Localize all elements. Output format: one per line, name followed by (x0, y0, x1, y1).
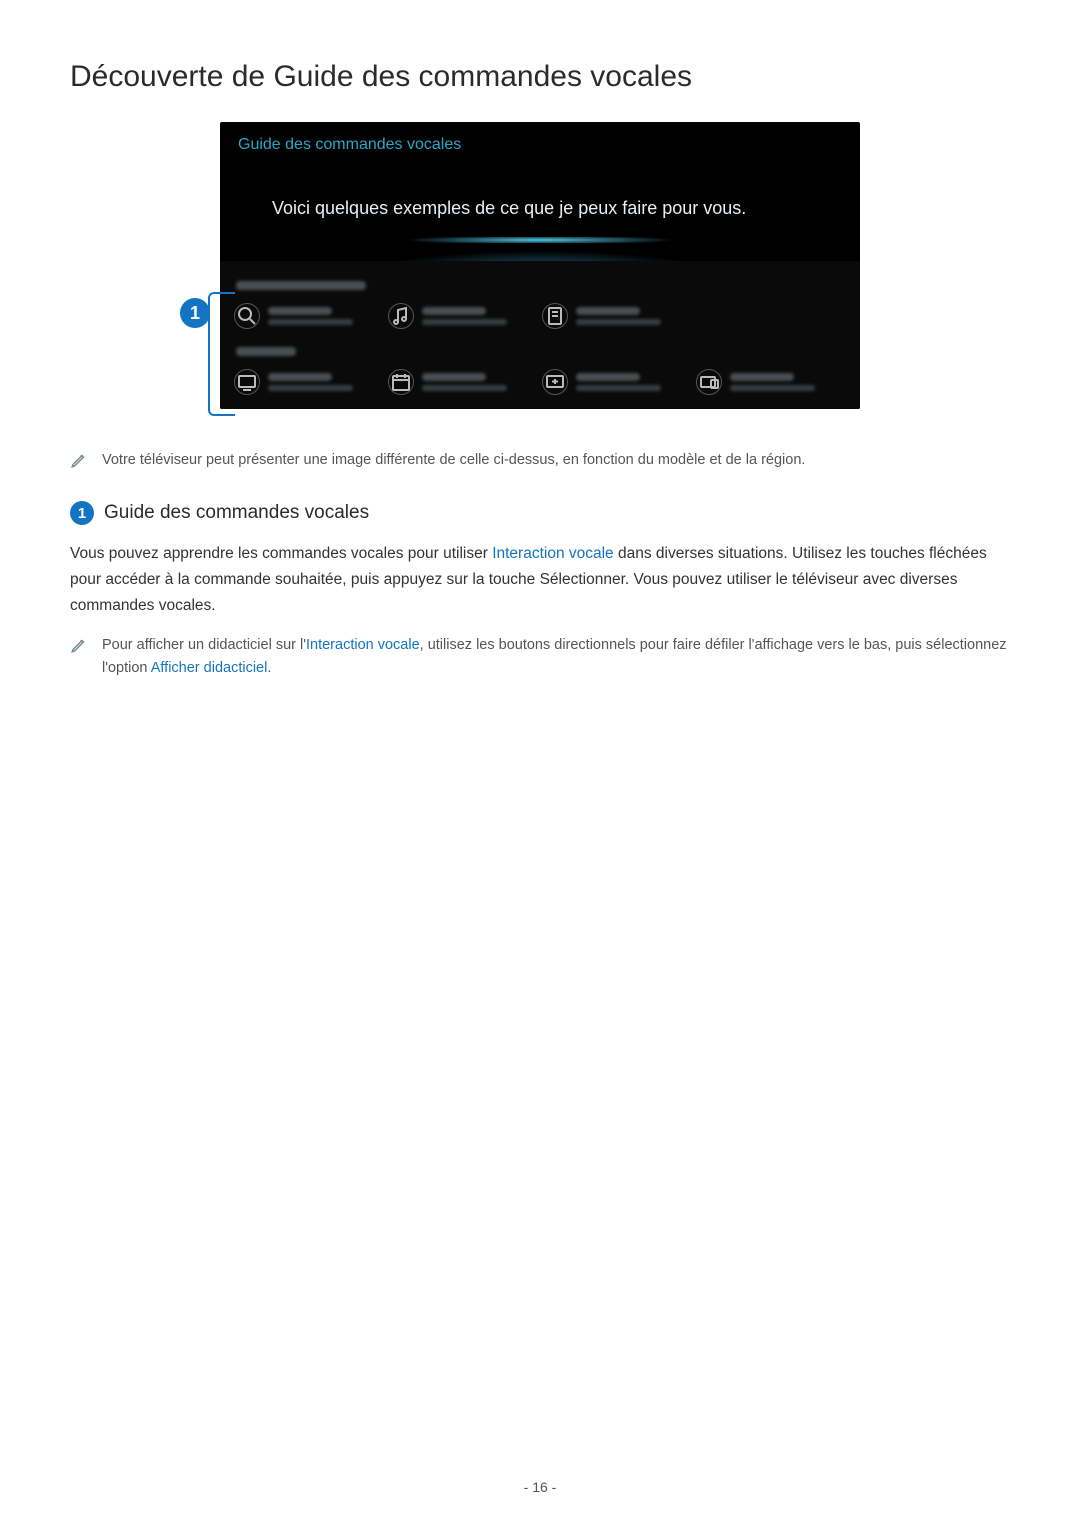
tv-hero-text-span: Voici quelques exemples de ce que je peu… (272, 198, 746, 218)
tv-tile[interactable] (234, 369, 374, 395)
link-interaction-vocale[interactable]: Interaction vocale (492, 545, 614, 562)
para-text-1: Vous pouvez apprendre les commandes voca… (70, 545, 492, 562)
tv-tile[interactable] (388, 369, 528, 395)
link-afficher-didacticiel[interactable]: Afficher didacticiel (151, 660, 268, 676)
note2-t1: Pour afficher un didacticiel sur l' (102, 637, 306, 653)
tv-screenshot: 1 Guide des commandes vocales Voici quel… (220, 122, 860, 409)
tv-tile-row-1 (234, 303, 846, 329)
tv-glow-bar (220, 237, 860, 243)
pencil-icon (70, 636, 88, 654)
tv-tile[interactable] (542, 303, 682, 329)
callout-badge-1: 1 (180, 298, 210, 328)
tv-icon (234, 369, 260, 395)
tv-tile-row-2 (234, 369, 846, 395)
music-note-icon (388, 303, 414, 329)
tv-commands-area (220, 261, 860, 409)
tv-header-title: Guide des commandes vocales (220, 122, 860, 162)
subsection-heading: 1 Guide des commandes vocales (70, 501, 1010, 525)
pencil-icon (70, 451, 88, 469)
note-2-text: Pour afficher un didacticiel sur l'Inter… (102, 634, 1010, 679)
search-icon (234, 303, 260, 329)
subsection-number-badge: 1 (70, 501, 94, 525)
page-title: Découverte de Guide des commandes vocale… (70, 60, 1010, 94)
tv-category-label-1 (236, 277, 356, 295)
tv-tile[interactable] (696, 369, 836, 395)
tv-tile[interactable] (388, 303, 528, 329)
subsection-title: Guide des commandes vocales (104, 502, 369, 524)
calendar-icon (388, 369, 414, 395)
link-interaction-vocale-2[interactable]: Interaction vocale (306, 637, 420, 653)
note-2: Pour afficher un didacticiel sur l'Inter… (70, 634, 1010, 679)
tv-category-label-2 (236, 343, 356, 361)
timeshift-icon (696, 369, 722, 395)
tv-tile[interactable] (542, 369, 682, 395)
note2-t3: . (267, 660, 271, 676)
note-1: Votre téléviseur peut présenter une imag… (70, 449, 1010, 471)
page-number: - 16 - (0, 1479, 1080, 1495)
tv-screen: Guide des commandes vocales Voici quelqu… (220, 122, 860, 409)
tv-tile[interactable] (234, 303, 374, 329)
document-icon (542, 303, 568, 329)
schedule-tv-icon (542, 369, 568, 395)
note-1-text: Votre téléviseur peut présenter une imag… (102, 449, 805, 471)
body-paragraph: Vous pouvez apprendre les commandes voca… (70, 541, 1010, 618)
page: Découverte de Guide des commandes vocale… (0, 0, 1080, 1527)
tv-hero-text: Voici quelques exemples de ce que je peu… (220, 162, 860, 261)
